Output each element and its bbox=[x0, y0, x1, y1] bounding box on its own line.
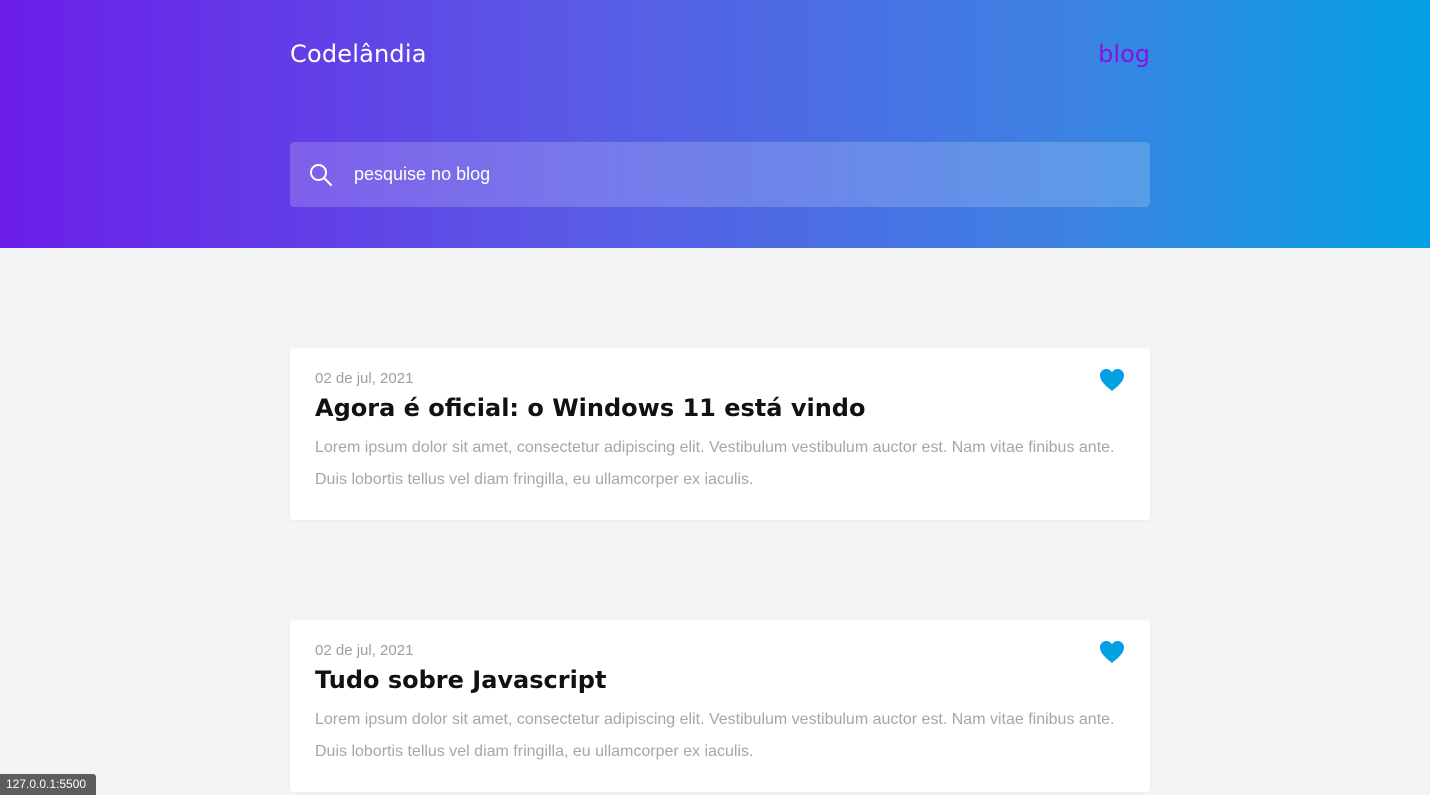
search-input[interactable] bbox=[354, 142, 1150, 207]
post-excerpt: Lorem ipsum dolor sit amet, consectetur … bbox=[315, 711, 1115, 760]
post-card[interactable]: 02 de jul, 2021 Tudo sobre Javascript Lo… bbox=[290, 620, 1150, 792]
heart-icon[interactable] bbox=[1099, 368, 1125, 392]
nav-link-blog[interactable]: blog bbox=[1098, 40, 1150, 68]
post-date: 02 de jul, 2021 bbox=[315, 642, 414, 659]
search-icon[interactable] bbox=[308, 162, 334, 188]
brand-logo[interactable]: Codelândia bbox=[290, 40, 427, 68]
post-title[interactable]: Tudo sobre Javascript bbox=[315, 666, 606, 694]
browser-status-url: 127.0.0.1:5500 bbox=[0, 774, 96, 795]
post-date: 02 de jul, 2021 bbox=[315, 370, 414, 387]
post-title[interactable]: Agora é oficial: o Windows 11 está vindo bbox=[315, 394, 865, 422]
page-header: Codelândia blog bbox=[0, 0, 1430, 248]
post-excerpt: Lorem ipsum dolor sit amet, consectetur … bbox=[315, 439, 1115, 488]
heart-icon[interactable] bbox=[1099, 640, 1125, 664]
post-card[interactable]: 02 de jul, 2021 Agora é oficial: o Windo… bbox=[290, 348, 1150, 520]
search-bar[interactable] bbox=[290, 142, 1150, 207]
